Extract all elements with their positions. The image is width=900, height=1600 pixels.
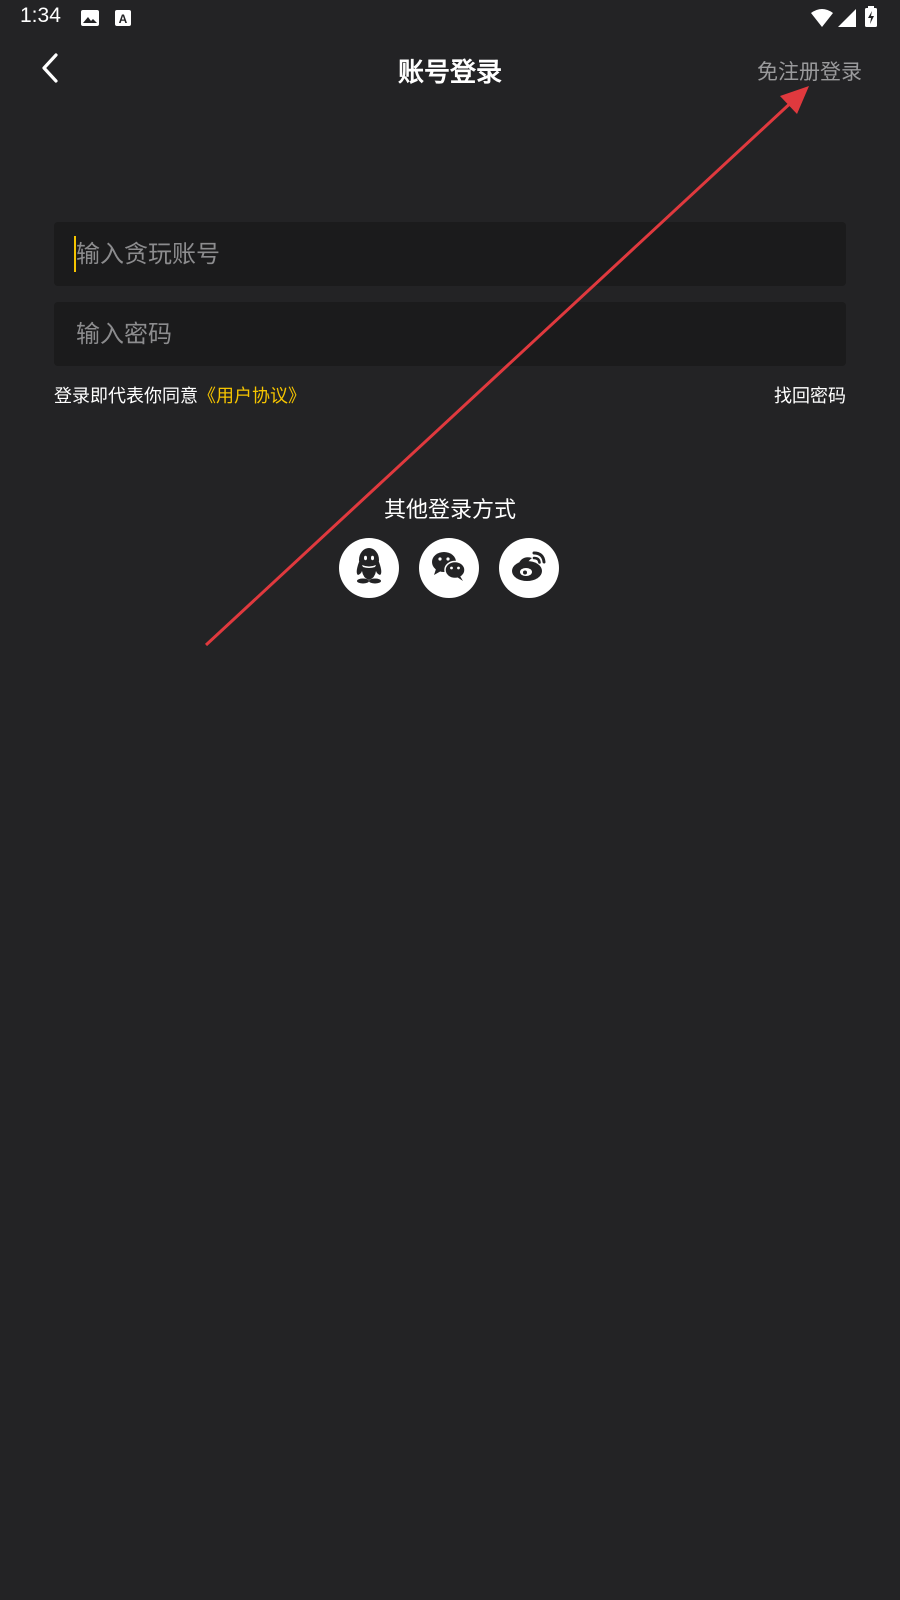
qq-login-button[interactable] (339, 538, 399, 598)
nav-bar: 账号登录 免注册登录 (0, 36, 900, 104)
forgot-password-link[interactable]: 找回密码 (774, 382, 846, 408)
agreement-prefix: 登录即代表你同意 (54, 386, 198, 407)
account-input[interactable] (54, 222, 846, 286)
weibo-login-button[interactable] (499, 538, 559, 598)
battery-icon (864, 6, 878, 32)
svg-text:A: A (119, 12, 128, 26)
text-cursor (74, 236, 76, 272)
register-free-login-link[interactable]: 免注册登录 (757, 56, 862, 86)
agreement-text: 登录即代表你同意《用户协议》 (54, 382, 306, 408)
image-icon (80, 8, 100, 32)
account-field[interactable] (54, 222, 846, 286)
wechat-login-button[interactable] (419, 538, 479, 598)
user-agreement-link[interactable]: 《用户协议》 (198, 386, 306, 407)
password-field[interactable] (54, 302, 846, 366)
weibo-icon (510, 549, 548, 587)
password-input[interactable] (54, 302, 846, 366)
status-bar: 1:34 A (0, 0, 900, 36)
wechat-icon (430, 549, 468, 587)
text-a-icon: A (113, 8, 133, 32)
other-login-title: 其他登录方式 (383, 498, 516, 523)
status-time: 1:34 (20, 4, 61, 27)
signal-icon (837, 8, 857, 32)
qq-icon (352, 547, 386, 589)
wifi-icon (810, 8, 834, 32)
social-login-row (339, 538, 559, 598)
